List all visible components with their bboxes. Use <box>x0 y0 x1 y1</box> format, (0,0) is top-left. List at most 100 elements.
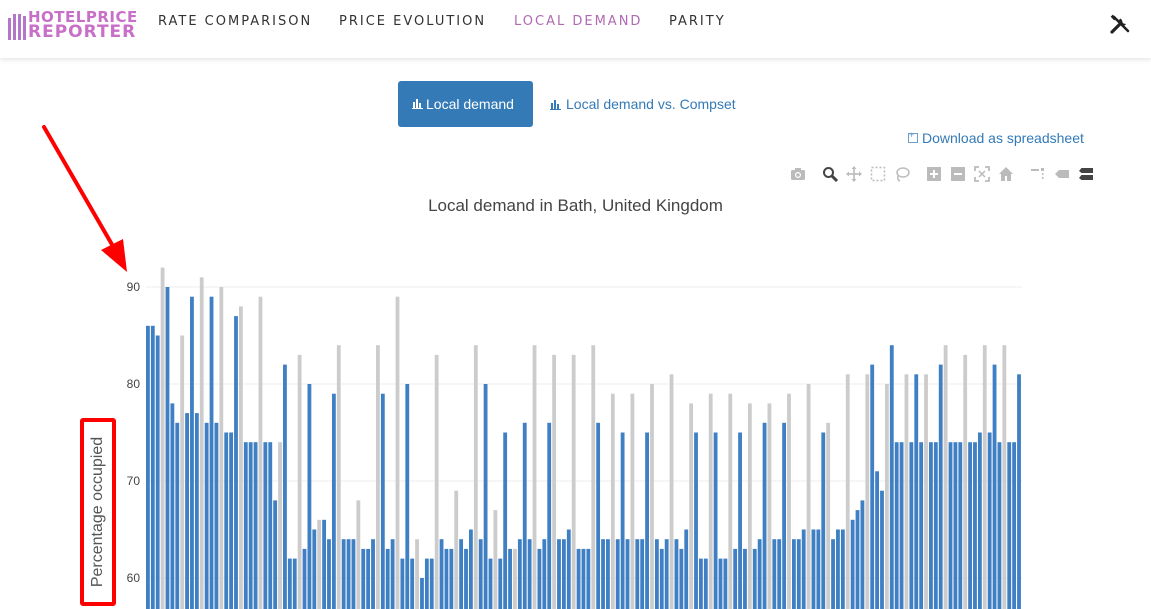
demand-bar[interactable] <box>1017 374 1021 609</box>
demand-bar[interactable] <box>615 539 620 609</box>
demand-bar[interactable] <box>733 548 738 609</box>
demand-bar[interactable] <box>747 403 752 609</box>
demand-bar[interactable] <box>992 364 997 609</box>
demand-bar[interactable] <box>146 325 150 609</box>
demand-bar[interactable] <box>645 432 649 609</box>
demand-bar[interactable] <box>214 422 219 609</box>
demand-bar[interactable] <box>547 422 552 609</box>
demand-bar[interactable] <box>478 539 483 609</box>
demand-bar[interactable] <box>410 558 415 609</box>
demand-bar[interactable] <box>689 403 694 609</box>
demand-bar[interactable] <box>987 432 992 609</box>
demand-bar[interactable] <box>914 374 919 609</box>
spike-lines-icon[interactable] <box>1030 166 1046 182</box>
demand-bar[interactable] <box>444 548 449 609</box>
demand-bar[interactable] <box>840 529 845 609</box>
demand-bar[interactable] <box>498 558 503 609</box>
demand-bar[interactable] <box>170 403 175 609</box>
demand-bar[interactable] <box>229 432 234 609</box>
demand-bar[interactable] <box>875 471 879 609</box>
demand-bar[interactable] <box>919 442 924 609</box>
demand-bar[interactable] <box>493 510 498 609</box>
demand-bar[interactable] <box>929 442 933 609</box>
demand-bar[interactable] <box>371 539 375 609</box>
demand-bar[interactable] <box>429 558 434 609</box>
demand-bar[interactable] <box>390 539 395 609</box>
demand-bar[interactable] <box>317 519 322 609</box>
demand-bar[interactable] <box>351 539 356 609</box>
demand-bar[interactable] <box>312 529 317 609</box>
demand-bar[interactable] <box>278 442 282 609</box>
demand-bar[interactable] <box>571 354 576 609</box>
nav-parity[interactable]: PARITY <box>669 14 726 29</box>
demand-bar[interactable] <box>909 442 914 609</box>
demand-bar[interactable] <box>517 539 522 609</box>
demand-bar[interactable] <box>439 539 444 609</box>
demand-bar[interactable] <box>752 548 757 609</box>
demand-bar[interactable] <box>194 413 199 609</box>
demand-bar[interactable] <box>263 442 268 609</box>
demand-bar[interactable] <box>522 422 527 609</box>
demand-bar[interactable] <box>963 354 968 609</box>
demand-bar[interactable] <box>380 393 385 609</box>
demand-bar[interactable] <box>204 422 209 609</box>
demand-bar[interactable] <box>508 548 512 609</box>
demand-bar[interactable] <box>958 442 963 609</box>
demand-bar[interactable] <box>831 539 835 609</box>
demand-bar[interactable] <box>782 422 787 609</box>
pan-icon[interactable] <box>846 166 862 182</box>
demand-bar[interactable] <box>791 539 796 609</box>
demand-bar[interactable] <box>366 548 371 609</box>
demand-bar[interactable] <box>224 432 229 609</box>
demand-bar[interactable] <box>248 442 253 609</box>
demand-bar[interactable] <box>694 432 698 609</box>
demand-bar[interactable] <box>620 432 625 609</box>
demand-bar[interactable] <box>850 519 855 609</box>
demand-bar[interactable] <box>400 558 405 609</box>
demand-bar[interactable] <box>679 548 684 609</box>
demand-bar[interactable] <box>630 393 635 609</box>
demand-bar[interactable] <box>880 490 884 609</box>
demand-bar[interactable] <box>635 539 640 609</box>
demand-bar[interactable] <box>561 539 566 609</box>
zoom-icon[interactable] <box>822 166 838 182</box>
demand-bar[interactable] <box>503 432 508 609</box>
demand-bar[interactable] <box>699 558 703 609</box>
demand-bar[interactable] <box>743 548 747 609</box>
hover-closest-icon[interactable] <box>1054 166 1070 182</box>
demand-bar[interactable] <box>160 267 165 609</box>
nav-local-demand[interactable]: LOCAL DEMAND <box>514 14 642 29</box>
demand-bar[interactable] <box>155 335 160 609</box>
demand-bar[interactable] <box>738 432 742 609</box>
demand-bar[interactable] <box>654 539 659 609</box>
demand-bar[interactable] <box>576 548 581 609</box>
demand-bar[interactable] <box>860 500 865 609</box>
demand-bar[interactable] <box>845 374 850 609</box>
demand-bar[interactable] <box>415 539 419 609</box>
demand-bar[interactable] <box>796 539 801 609</box>
demand-bar[interactable] <box>870 364 875 609</box>
zoom-in-icon[interactable] <box>926 166 942 182</box>
demand-bar[interactable] <box>836 529 840 609</box>
demand-bar[interactable] <box>610 393 615 609</box>
demand-bar[interactable] <box>513 548 517 609</box>
demand-bar[interactable] <box>542 539 547 609</box>
demand-bar[interactable] <box>718 558 723 609</box>
demand-bar[interactable] <box>708 393 713 609</box>
demand-bar[interactable] <box>180 335 185 609</box>
demand-bar[interactable] <box>175 422 180 609</box>
demand-bar[interactable] <box>459 539 464 609</box>
demand-bar[interactable] <box>889 345 894 609</box>
demand-bar[interactable] <box>943 345 948 609</box>
demand-bar[interactable] <box>165 287 170 609</box>
demand-bar[interactable] <box>258 296 263 609</box>
demand-bar[interactable] <box>855 510 860 609</box>
demand-bar[interactable] <box>243 442 248 609</box>
demand-bar[interactable] <box>924 374 928 609</box>
demand-bar[interactable] <box>190 296 194 609</box>
demand-bar[interactable] <box>1007 442 1012 609</box>
demand-bar[interactable] <box>674 539 679 609</box>
demand-bar[interactable] <box>376 345 380 609</box>
demand-bar[interactable] <box>933 442 938 609</box>
demand-bar[interactable] <box>973 442 977 609</box>
